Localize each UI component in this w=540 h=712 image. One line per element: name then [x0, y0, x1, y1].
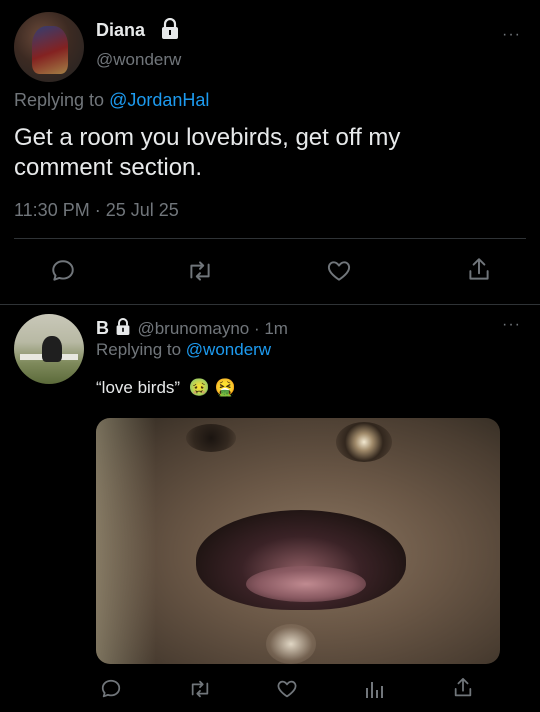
- reply-author-name[interactable]: B: [96, 318, 109, 338]
- share-button[interactable]: [466, 256, 492, 284]
- reply-media-image[interactable]: [96, 418, 500, 664]
- replying-to-link[interactable]: @JordanHal: [109, 90, 209, 110]
- vomiting-face-emoji: 🤮: [214, 378, 236, 397]
- author-name[interactable]: Diana: [96, 20, 145, 41]
- replying-to-link[interactable]: @wonderw: [186, 340, 271, 359]
- image-eye-left: [186, 424, 236, 452]
- reply-text: “love birds” 🤢 🤮: [96, 378, 236, 398]
- reply-reply-button[interactable]: [100, 678, 122, 700]
- heart-icon: [327, 261, 351, 281]
- author-handle[interactable]: @wonderw: [96, 50, 181, 70]
- like-button[interactable]: [326, 258, 352, 284]
- replying-prefix: Replying to: [96, 340, 182, 359]
- reply-like-button[interactable]: [276, 678, 298, 700]
- tweet-timestamp[interactable]: 11:30 PM · 25 Jul 25: [14, 200, 179, 221]
- more-options-icon[interactable]: ···: [502, 27, 521, 43]
- share-icon: [469, 258, 489, 280]
- image-tongue: [246, 566, 366, 602]
- tweet-text-line-1: Get a room you lovebirds, get off my: [14, 124, 401, 151]
- image-chin-highlight: [266, 624, 316, 664]
- divider: [14, 238, 526, 239]
- tweet-text: Get a room you lovebirds, get off my com…: [14, 123, 524, 183]
- reply-icon: [52, 260, 74, 281]
- tweet-text-line-2: comment section.: [14, 154, 203, 181]
- avatar-figure: [32, 26, 68, 74]
- reply-analytics-button[interactable]: [364, 678, 384, 700]
- reply-replying-to-line: Replying to @wonderw: [96, 340, 271, 360]
- reply-more-options-icon[interactable]: ···: [502, 317, 521, 333]
- reply-icon: [101, 679, 121, 698]
- reply-time[interactable]: · 1m: [254, 319, 288, 338]
- reply-text-body: “love birds”: [96, 378, 181, 397]
- section-divider: [0, 304, 540, 305]
- image-light-left: [96, 418, 156, 664]
- reply-author-avatar[interactable]: [14, 314, 84, 384]
- replying-prefix: Replying to: [14, 90, 105, 110]
- retweet-button[interactable]: [186, 258, 214, 284]
- retweet-icon: [191, 680, 209, 698]
- lock-icon: [160, 17, 180, 45]
- author-avatar[interactable]: [14, 12, 84, 82]
- reply-button[interactable]: [50, 258, 76, 284]
- lock-icon: [115, 318, 131, 341]
- analytics-icon: [366, 682, 383, 698]
- reply-share-button[interactable]: [452, 676, 474, 700]
- reply-header: B @brunomayno · 1m: [96, 318, 288, 341]
- avatar-figure: [42, 336, 62, 362]
- retweet-icon: [190, 261, 210, 281]
- share-icon: [454, 677, 472, 697]
- image-eye-right: [336, 422, 392, 462]
- heart-icon: [277, 680, 297, 698]
- reply-author-handle[interactable]: @brunomayno: [137, 319, 249, 338]
- nauseated-face-emoji: 🤢: [188, 378, 210, 397]
- reply-retweet-button[interactable]: [188, 678, 212, 700]
- replying-to-line: Replying to @JordanHal: [14, 90, 209, 111]
